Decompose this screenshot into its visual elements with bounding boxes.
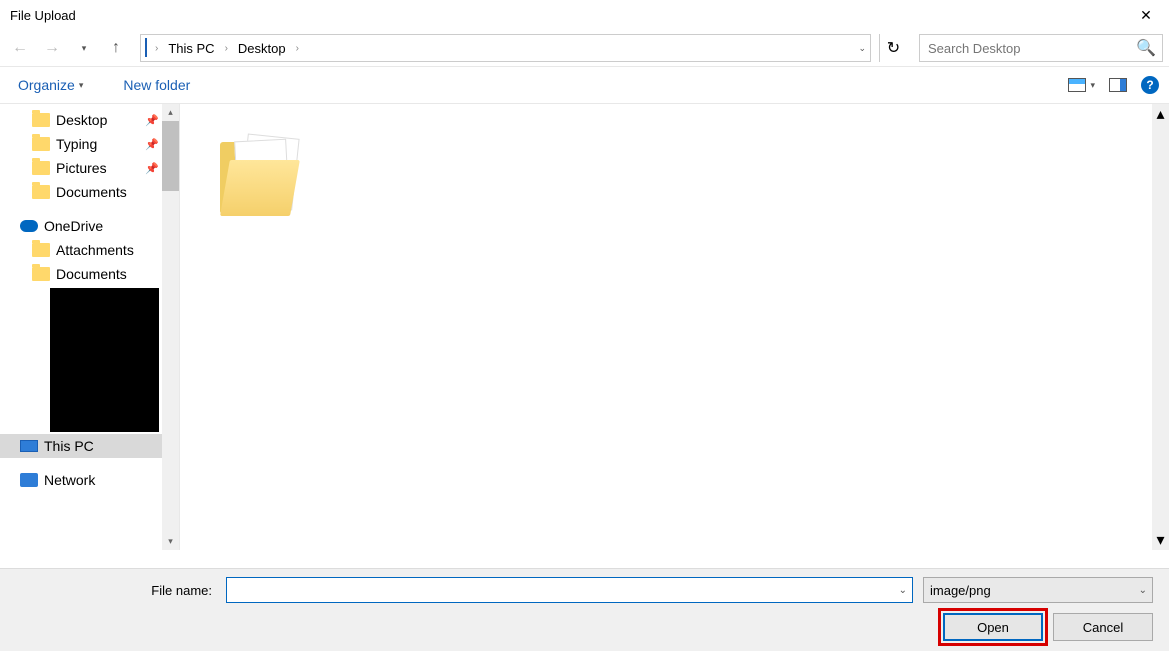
filename-input[interactable] [226,577,913,603]
folder-icon [32,267,50,281]
refresh-button[interactable]: ↻ [879,34,907,62]
sidebar-item-label: Documents [56,266,127,282]
navbar: ← → ▾ ↑ › This PC › Desktop › ⌄ ↻ 🔍 [0,30,1169,66]
redacted-block [50,288,159,432]
open-label: Open [977,620,1009,635]
view-icon [1068,78,1086,92]
pin-icon: 📌 [145,162,159,175]
bottom-bar: File name: ⌄ image/png ⌄ Open Cancel [0,568,1169,651]
open-button[interactable]: Open [943,613,1043,641]
chevron-right-icon: › [151,43,162,54]
titlebar: File Upload ✕ [0,0,1169,30]
chevron-down-icon: ▾ [79,80,84,91]
up-button[interactable]: ↑ [102,34,130,62]
scroll-up-icon[interactable]: ▴ [1156,104,1164,124]
pc-icon [145,39,147,57]
window-title: File Upload [10,8,76,23]
sidebar-item-attachments[interactable]: Attachments [0,238,179,262]
sidebar-item-label: Desktop [56,112,107,128]
folder-item[interactable] [220,134,310,224]
filetype-label: image/png [930,583,991,598]
recent-dropdown[interactable]: ▾ [70,34,98,62]
main-scrollbar[interactable]: ▴ ▾ [1152,104,1169,550]
search-icon: 🔍 [1136,38,1156,58]
address-bar[interactable]: › This PC › Desktop › ⌄ [140,34,871,62]
new-folder-label: New folder [123,77,190,93]
folder-icon [32,243,50,257]
tree: Desktop 📌 Typing 📌 Pictures 📌 Documents [0,104,179,496]
sidebar-item-documents[interactable]: Documents [0,180,179,204]
folder-icon [32,113,50,127]
sidebar-item-label: Documents [56,184,127,200]
sidebar-item-label: Pictures [56,160,107,176]
address-dropdown[interactable]: ⌄ [858,43,866,54]
body-area: Desktop 📌 Typing 📌 Pictures 📌 Documents [0,104,1169,550]
sidebar-item-documents-od[interactable]: Documents [0,262,179,286]
network-icon [20,473,38,487]
search-input[interactable] [926,40,1136,57]
breadcrumb-segment[interactable]: Desktop [236,39,288,58]
scroll-down-icon[interactable]: ▾ [1156,530,1164,550]
chevron-down-icon: ▾ [1090,80,1095,91]
view-button[interactable]: ▾ [1068,78,1095,92]
folder-icon [32,185,50,199]
forward-button[interactable]: → [38,34,66,62]
sidebar-item-label: Typing [56,136,97,152]
filename-label: File name: [16,583,216,598]
back-button[interactable]: ← [6,34,34,62]
scroll-up-icon[interactable]: ▴ [162,104,179,121]
scroll-thumb[interactable] [162,121,179,191]
new-folder-button[interactable]: New folder [115,73,198,97]
sidebar-item-typing[interactable]: Typing 📌 [0,132,179,156]
sidebar-item-label: This PC [44,438,94,454]
sidebar-item-desktop[interactable]: Desktop 📌 [0,108,179,132]
navigation-pane: Desktop 📌 Typing 📌 Pictures 📌 Documents [0,104,180,550]
toolbar: Organize ▾ New folder ▾ ? [0,66,1169,104]
close-button[interactable]: ✕ [1123,0,1169,30]
sidebar-item-thispc[interactable]: This PC [0,434,179,458]
sidebar-item-pictures[interactable]: Pictures 📌 [0,156,179,180]
sidebar-item-label: OneDrive [44,218,103,234]
chevron-right-icon: › [221,43,232,54]
folder-icon [32,161,50,175]
scroll-down-icon[interactable]: ▾ [162,533,179,550]
folder-icon [32,137,50,151]
pin-icon: 📌 [145,138,159,151]
organize-button[interactable]: Organize ▾ [10,73,91,97]
cancel-button[interactable]: Cancel [1053,613,1153,641]
sidebar-item-onedrive[interactable]: OneDrive [0,214,179,238]
sidebar-item-label: Attachments [56,242,134,258]
preview-pane-button[interactable] [1109,78,1127,92]
sidebar-scrollbar[interactable]: ▴ ▾ [162,104,179,550]
chevron-right-icon: › [292,43,303,54]
filetype-filter[interactable]: image/png [923,577,1153,603]
file-list-pane[interactable]: ▴ ▾ [180,104,1169,550]
search-box[interactable]: 🔍 [919,34,1163,62]
breadcrumb-segment[interactable]: This PC [166,39,216,58]
cancel-label: Cancel [1083,620,1123,635]
sidebar-item-network[interactable]: Network [0,468,179,492]
pc-icon [20,440,38,452]
cloud-icon [20,220,38,232]
sidebar-item-label: Network [44,472,95,488]
help-button[interactable]: ? [1141,76,1159,94]
pin-icon: 📌 [145,114,159,127]
organize-label: Organize [18,77,75,93]
